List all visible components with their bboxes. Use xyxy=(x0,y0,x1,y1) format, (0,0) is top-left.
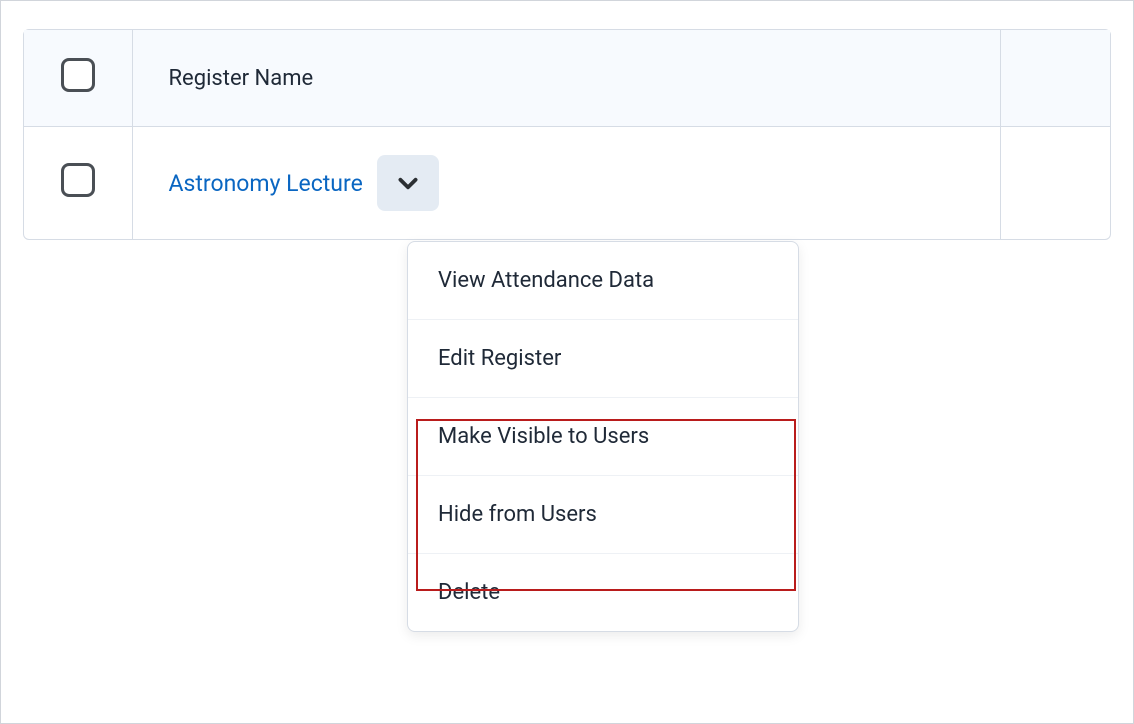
register-name-link[interactable]: Astronomy Lecture xyxy=(169,170,363,197)
row-checkbox-cell xyxy=(24,127,132,240)
row-checkbox[interactable] xyxy=(61,163,95,197)
row-name-cell: Astronomy Lecture xyxy=(132,127,1000,240)
dropdown-item-label: Delete xyxy=(438,580,500,605)
dropdown-item-label: Edit Register xyxy=(438,346,561,371)
dropdown-item-edit-register[interactable]: Edit Register xyxy=(408,320,798,398)
dropdown-item-make-visible[interactable]: Make Visible to Users xyxy=(408,398,798,476)
header-name-label: Register Name xyxy=(169,66,314,91)
row-actions-cell xyxy=(1000,127,1110,240)
header-actions-cell xyxy=(1000,30,1110,127)
dropdown-item-label: View Attendance Data xyxy=(438,268,654,293)
table-header-row: Register Name xyxy=(24,30,1110,127)
registers-table: Register Name Astronomy Lecture xyxy=(24,30,1110,239)
table-row: Astronomy Lecture xyxy=(24,127,1110,240)
select-all-checkbox[interactable] xyxy=(61,58,95,92)
registers-table-container: Register Name Astronomy Lecture xyxy=(23,29,1111,240)
chevron-down-icon xyxy=(395,170,421,196)
dropdown-item-delete[interactable]: Delete xyxy=(408,554,798,631)
dropdown-item-label: Hide from Users xyxy=(438,502,597,527)
header-name-cell: Register Name xyxy=(132,30,1000,127)
register-actions-dropdown-toggle[interactable] xyxy=(377,155,439,211)
dropdown-item-view-attendance[interactable]: View Attendance Data xyxy=(408,242,798,320)
header-checkbox-cell xyxy=(24,30,132,127)
row-name-content: Astronomy Lecture xyxy=(169,155,982,211)
dropdown-item-label: Make Visible to Users xyxy=(438,424,649,449)
dropdown-item-hide-from-users[interactable]: Hide from Users xyxy=(408,476,798,554)
register-actions-dropdown-menu: View Attendance Data Edit Register Make … xyxy=(407,241,799,632)
